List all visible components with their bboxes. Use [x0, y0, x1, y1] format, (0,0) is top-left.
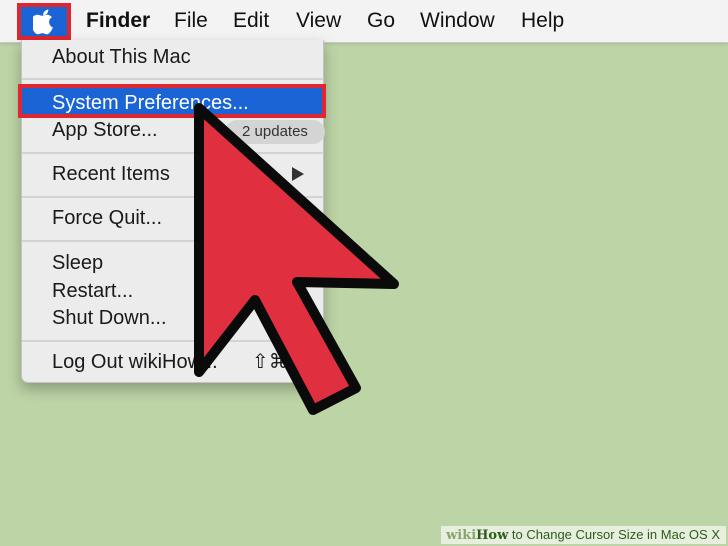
- watermark-title: to Change Cursor Size in Mac OS X: [508, 527, 720, 542]
- watermark-brand-wiki: wiki: [446, 528, 477, 543]
- big-red-arrow-cursor-icon: [194, 103, 399, 415]
- watermark-brand-how: How: [476, 528, 509, 543]
- wikihow-watermark: wikiHow to Change Cursor Size in Mac OS …: [441, 526, 726, 544]
